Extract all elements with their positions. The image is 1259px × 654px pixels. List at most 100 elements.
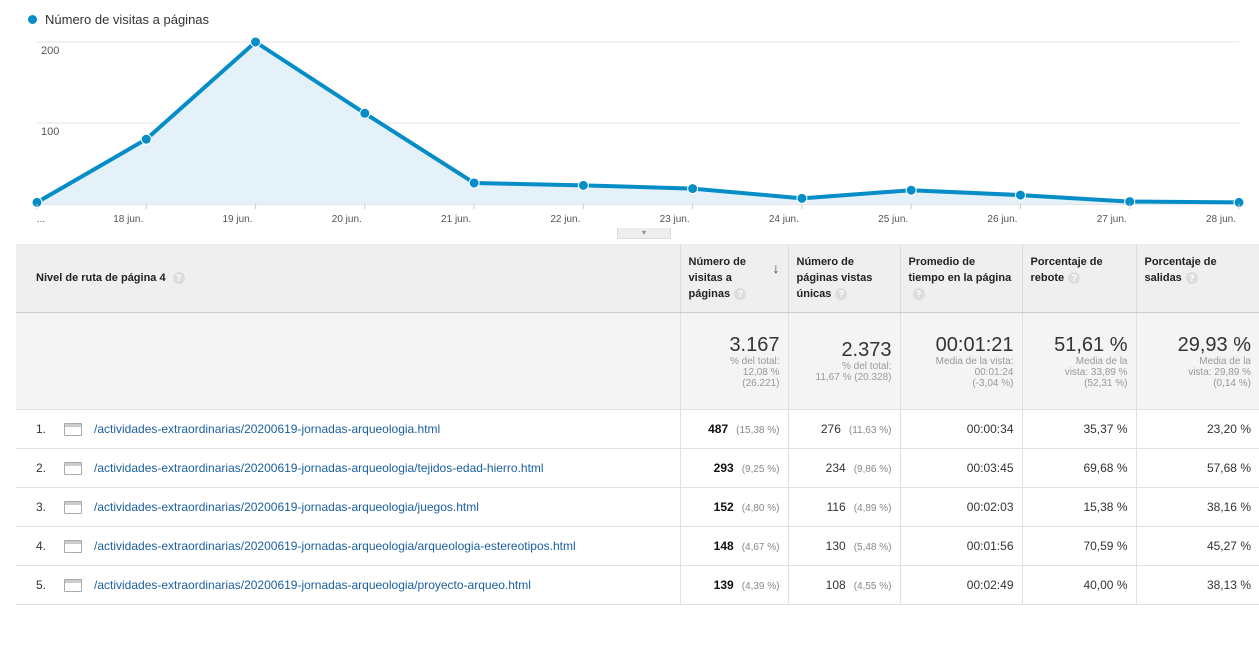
page-preview-icon[interactable] (64, 462, 82, 475)
total-subtext: Media de la (1199, 355, 1251, 367)
exit-rate-cell: 23,20 % (1135, 409, 1259, 449)
page-path-link[interactable]: /actividades-extraordinarias/20200619-jo… (94, 500, 614, 514)
x-tick-label: 24 jun. (769, 214, 799, 225)
column-header-1[interactable]: ↓ Número de visitas a páginas? (679, 244, 788, 313)
total-subtext: Media de la (1075, 355, 1128, 367)
total-subtext: (52,31 %) (1084, 377, 1128, 389)
x-tick-label: 20 jun. (332, 214, 362, 225)
page-path-link[interactable]: /actividades-extraordinarias/20200619-jo… (94, 578, 614, 592)
x-tick-label: 28 jun. (1206, 214, 1236, 225)
data-point (250, 36, 262, 48)
data-point (577, 179, 589, 191)
bounce-rate-cell: 69,68 % (1021, 448, 1136, 488)
bounce-rate-cell: 15,38 % (1021, 487, 1136, 527)
visits-value: 487 (708, 422, 729, 436)
visits-percent: (9,25 %) (741, 464, 780, 475)
unique-views-cell: 116 (4,89 %) (787, 487, 900, 527)
table-row[interactable]: 1. /actividades-extraordinarias/20200619-… (16, 409, 1259, 449)
totals-row: 3.167% del total: 12,08 % (26.221) 2.373 % d… (16, 312, 1259, 410)
table-row[interactable]: 4. /actividades-extraordinarias/20200619-… (16, 526, 1259, 566)
help-icon[interactable]: ? (1068, 272, 1081, 285)
page-preview-icon[interactable] (64, 423, 82, 436)
table-header-row: Nivel de ruta de página 4 ? ↓ Número de v… (16, 244, 1259, 313)
avg-time-cell: 00:02:03 (899, 487, 1022, 527)
chart-expand-handle[interactable]: ▾ (617, 228, 671, 239)
page-path-link[interactable]: /actividades-extraordinarias/20200619-jo… (94, 461, 614, 475)
page-preview-icon[interactable] (64, 501, 82, 514)
y-tick-label: 100 (41, 126, 59, 138)
sort-descending-icon[interactable]: ↓ (773, 260, 780, 276)
total-subtext: % del total: (730, 355, 780, 367)
bounce-rate-value: 35,37 % (1083, 422, 1128, 436)
visits-value: 152 (713, 500, 734, 514)
bounce-rate-cell: 70,59 % (1021, 526, 1136, 566)
bounce-rate-cell: 40,00 % (1021, 565, 1136, 605)
unique-views-value: 276 (820, 422, 841, 436)
dimension-cell: 5. /actividades-extraordinarias/20200619-… (16, 565, 680, 605)
help-icon[interactable]: ? (912, 288, 925, 301)
avg-time-value: 00:02:49 (966, 578, 1014, 592)
bounce-rate-value: 69,68 % (1083, 461, 1128, 475)
total-value: 51,61 % (1054, 333, 1128, 356)
total-value: 2.373 (841, 339, 892, 361)
dimension-header[interactable]: Nivel de ruta de página 4 ? (16, 244, 680, 313)
row-number: 4. (36, 539, 47, 553)
total-cell: 3.167% del total: 12,08 % (26.221) (679, 312, 788, 410)
column-header-5[interactable]: Porcentaje de salidas? (1135, 244, 1259, 313)
unique-views-cell: 130 (5,48 %) (787, 526, 900, 566)
page-path-link[interactable]: /actividades-extraordinarias/20200619-jo… (94, 422, 614, 436)
unique-views-percent: (4,55 %) (853, 581, 892, 592)
unique-views-percent: (11,63 %) (848, 425, 892, 436)
help-icon[interactable]: ? (172, 272, 185, 285)
column-header-label: Porcentaje de salidas (1144, 256, 1217, 284)
totals-dimension-cell (16, 312, 680, 410)
x-tick-label: 21 jun. (441, 214, 471, 225)
total-subtext: (0,14 %) (1213, 377, 1251, 389)
total-value: 00:01:21 (935, 333, 1014, 356)
total-subtext: vista: 33,89 % (1064, 366, 1128, 378)
visits-percent: (4,39 %) (741, 581, 780, 592)
exit-rate-value: 57,68 % (1206, 461, 1251, 475)
visits-value: 293 (713, 461, 734, 475)
table-row[interactable]: 3. /actividades-extraordinarias/20200619-… (16, 487, 1259, 527)
avg-time-cell: 00:01:56 (899, 526, 1022, 566)
page-preview-icon[interactable] (64, 579, 82, 592)
unique-views-value: 130 (825, 539, 846, 553)
column-header-label: Promedio de tiempo en la página (908, 256, 1012, 284)
unique-views-cell: 276 (11,63 %) (787, 409, 900, 449)
visits-cell: 139 (4,39 %) (679, 565, 788, 605)
help-icon[interactable]: ? (1185, 272, 1198, 285)
dimension-cell: 4. /actividades-extraordinarias/20200619-… (16, 526, 680, 566)
table-row[interactable]: 5. /actividades-extraordinarias/20200619-… (16, 565, 1259, 605)
row-number: 2. (36, 461, 47, 475)
total-subtext: 11,67 % (20.328) (815, 372, 892, 383)
unique-views-percent: (5,48 %) (853, 542, 892, 553)
table-body: 3.167% del total: 12,08 % (26.221) 2.373 % d… (16, 312, 1259, 605)
table-row[interactable]: 2. /actividades-extraordinarias/20200619-… (16, 448, 1259, 488)
help-icon[interactable]: ? (734, 288, 747, 301)
column-header-3[interactable]: Promedio de tiempo en la página? (899, 244, 1022, 313)
avg-time-value: 00:00:34 (966, 422, 1014, 436)
visits-percent: (4,80 %) (741, 503, 780, 514)
column-header-2[interactable]: Número de páginas vistas únicas? (787, 244, 900, 313)
exit-rate-cell: 38,16 % (1135, 487, 1259, 527)
exit-rate-cell: 45,27 % (1135, 526, 1259, 566)
page-preview-icon[interactable] (64, 540, 82, 553)
data-point (359, 107, 371, 119)
visits-percent: (15,38 %) (736, 425, 780, 436)
unique-views-cell: 108 (4,55 %) (787, 565, 900, 605)
data-point (468, 177, 480, 189)
page-path-link[interactable]: /actividades-extraordinarias/20200619-jo… (94, 539, 614, 553)
total-cell: 29,93 % Media de la vista: 29,89 % (0,14 %) (1135, 312, 1259, 410)
unique-views-value: 116 (826, 500, 846, 514)
bounce-rate-cell: 35,37 % (1021, 409, 1136, 449)
column-header-4[interactable]: Porcentaje de rebote? (1021, 244, 1136, 313)
x-tick-label: 18 jun. (113, 214, 143, 225)
data-point (1014, 189, 1026, 201)
total-value: 3.167 (729, 333, 780, 356)
visits-cell: 293 (9,25 %) (679, 448, 788, 488)
total-value: 29,93 % (1177, 333, 1251, 356)
visits-value: 148 (713, 539, 734, 553)
help-icon[interactable]: ? (835, 288, 848, 301)
row-number: 1. (36, 422, 47, 436)
